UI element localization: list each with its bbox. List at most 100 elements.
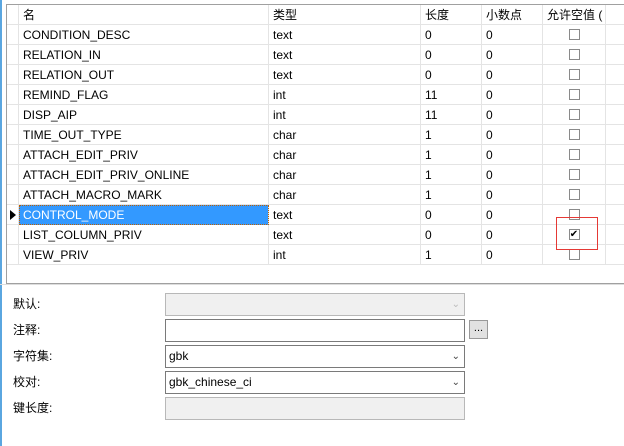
row-indicator[interactable] — [7, 105, 19, 125]
default-label: 默认: — [13, 297, 41, 311]
nullable-checkbox[interactable] — [568, 49, 580, 61]
field-length-cell[interactable]: 0 — [421, 225, 482, 245]
field-name-cell[interactable]: DISP_AIP — [19, 105, 269, 125]
field-length-cell[interactable]: 1 — [421, 125, 482, 145]
field-length-cell[interactable]: 1 — [421, 145, 482, 165]
nullable-checkbox[interactable] — [568, 249, 580, 261]
row-indicator[interactable] — [7, 185, 19, 205]
field-type-cell[interactable]: char — [269, 145, 421, 165]
field-type-cell[interactable]: text — [269, 225, 421, 245]
default-select: ⌄ — [165, 293, 465, 316]
field-decimals-cell[interactable]: 0 — [482, 185, 543, 205]
field-name-cell[interactable]: CONTROL_MODE — [19, 205, 269, 225]
table-row[interactable]: ATTACH_EDIT_PRIV_ONLINE char 1 0 — [7, 165, 624, 185]
field-type-cell[interactable]: int — [269, 105, 421, 125]
field-type-cell[interactable]: text — [269, 205, 421, 225]
field-length-cell[interactable]: 0 — [421, 45, 482, 65]
table-row[interactable]: TIME_OUT_TYPE char 1 0 — [7, 125, 624, 145]
field-name-cell[interactable]: TIME_OUT_TYPE — [19, 125, 269, 145]
field-name-cell[interactable]: ATTACH_EDIT_PRIV_ONLINE — [19, 165, 269, 185]
header-decimals[interactable]: 小数点 — [482, 5, 543, 25]
field-decimals-cell[interactable]: 0 — [482, 245, 543, 265]
field-name-cell[interactable]: ATTACH_EDIT_PRIV — [19, 145, 269, 165]
nullable-checkbox[interactable] — [568, 149, 580, 161]
field-type-cell[interactable]: char — [269, 165, 421, 185]
field-type-cell[interactable]: text — [269, 45, 421, 65]
row-indicator[interactable] — [7, 25, 19, 45]
table-row[interactable]: RELATION_IN text 0 0 — [7, 45, 624, 65]
table-row[interactable]: CONTROL_MODE text 0 0 — [7, 205, 624, 225]
field-length-cell[interactable]: 1 — [421, 185, 482, 205]
field-name-cell[interactable]: ATTACH_MACRO_MARK — [19, 185, 269, 205]
field-type-cell[interactable]: char — [269, 185, 421, 205]
table-row[interactable]: ATTACH_MACRO_MARK char 1 0 — [7, 185, 624, 205]
nullable-checkbox[interactable] — [568, 129, 580, 141]
comment-label: 注释: — [13, 323, 41, 337]
field-type-cell[interactable]: char — [269, 125, 421, 145]
nullable-checkbox[interactable] — [568, 169, 580, 181]
header-nullable[interactable]: 允许空值 ( — [543, 5, 606, 25]
field-decimals-cell[interactable]: 0 — [482, 25, 543, 45]
field-decimals-cell[interactable]: 0 — [482, 105, 543, 125]
nullable-checkbox[interactable] — [568, 109, 580, 121]
extra-cell — [606, 145, 624, 165]
table-row[interactable]: VIEW_PRIV int 1 0 — [7, 245, 624, 265]
field-length-cell[interactable]: 11 — [421, 105, 482, 125]
field-length-cell[interactable]: 11 — [421, 85, 482, 105]
row-indicator[interactable] — [7, 165, 19, 185]
field-name-cell[interactable]: VIEW_PRIV — [19, 245, 269, 265]
field-decimals-cell[interactable]: 0 — [482, 45, 543, 65]
row-indicator[interactable] — [7, 225, 19, 245]
field-name-cell[interactable]: RELATION_IN — [19, 45, 269, 65]
nullable-cell — [543, 125, 606, 145]
charset-select[interactable]: gbk ⌄ — [165, 345, 465, 368]
row-indicator[interactable] — [7, 205, 19, 225]
comment-input[interactable] — [165, 319, 465, 342]
field-type-cell[interactable]: int — [269, 85, 421, 105]
table-row[interactable]: DISP_AIP int 11 0 — [7, 105, 624, 125]
field-length-cell[interactable]: 0 — [421, 65, 482, 85]
field-decimals-cell[interactable]: 0 — [482, 205, 543, 225]
field-name-cell[interactable]: RELATION_OUT — [19, 65, 269, 85]
field-length-cell[interactable]: 0 — [421, 205, 482, 225]
field-length-cell[interactable]: 1 — [421, 165, 482, 185]
row-indicator[interactable] — [7, 245, 19, 265]
table-row[interactable]: REMIND_FLAG int 11 0 — [7, 85, 624, 105]
field-decimals-cell[interactable]: 0 — [482, 225, 543, 245]
nullable-checkbox[interactable] — [568, 89, 580, 101]
comment-edit-button[interactable]: ... — [469, 320, 488, 339]
field-length-cell[interactable]: 0 — [421, 25, 482, 45]
field-decimals-cell[interactable]: 0 — [482, 125, 543, 145]
nullable-cell — [543, 65, 606, 85]
field-decimals-cell[interactable]: 0 — [482, 145, 543, 165]
field-decimals-cell[interactable]: 0 — [482, 165, 543, 185]
field-name-cell[interactable]: REMIND_FLAG — [19, 85, 269, 105]
field-name-cell[interactable]: CONDITION_DESC — [19, 25, 269, 45]
row-indicator[interactable] — [7, 85, 19, 105]
field-type-cell[interactable]: text — [269, 65, 421, 85]
field-type-cell[interactable]: int — [269, 245, 421, 265]
header-type[interactable]: 类型 — [269, 5, 421, 25]
collation-select[interactable]: gbk_chinese_ci ⌄ — [165, 371, 465, 394]
table-row[interactable]: LIST_COLUMN_PRIV text 0 0 ✔ — [7, 225, 624, 245]
nullable-cell — [543, 45, 606, 65]
row-indicator[interactable] — [7, 145, 19, 165]
row-indicator[interactable] — [7, 65, 19, 85]
chevron-down-icon: ⌄ — [451, 351, 460, 362]
nullable-checkbox[interactable] — [568, 189, 580, 201]
table-row[interactable]: ATTACH_EDIT_PRIV char 1 0 — [7, 145, 624, 165]
header-length[interactable]: 长度 — [421, 5, 482, 25]
row-indicator[interactable] — [7, 45, 19, 65]
field-type-cell[interactable]: text — [269, 25, 421, 45]
field-decimals-cell[interactable]: 0 — [482, 85, 543, 105]
nullable-checkbox[interactable] — [568, 29, 580, 41]
field-name-cell[interactable]: LIST_COLUMN_PRIV — [19, 225, 269, 245]
field-decimals-cell[interactable]: 0 — [482, 65, 543, 85]
fields-grid[interactable]: 名 类型 长度 小数点 允许空值 ( CONDITION_DESC text 0 0 R… — [6, 4, 624, 284]
table-row[interactable]: CONDITION_DESC text 0 0 — [7, 25, 624, 45]
table-row[interactable]: RELATION_OUT text 0 0 — [7, 65, 624, 85]
nullable-checkbox[interactable] — [568, 69, 580, 81]
header-name[interactable]: 名 — [19, 5, 269, 25]
row-indicator[interactable] — [7, 125, 19, 145]
field-length-cell[interactable]: 1 — [421, 245, 482, 265]
